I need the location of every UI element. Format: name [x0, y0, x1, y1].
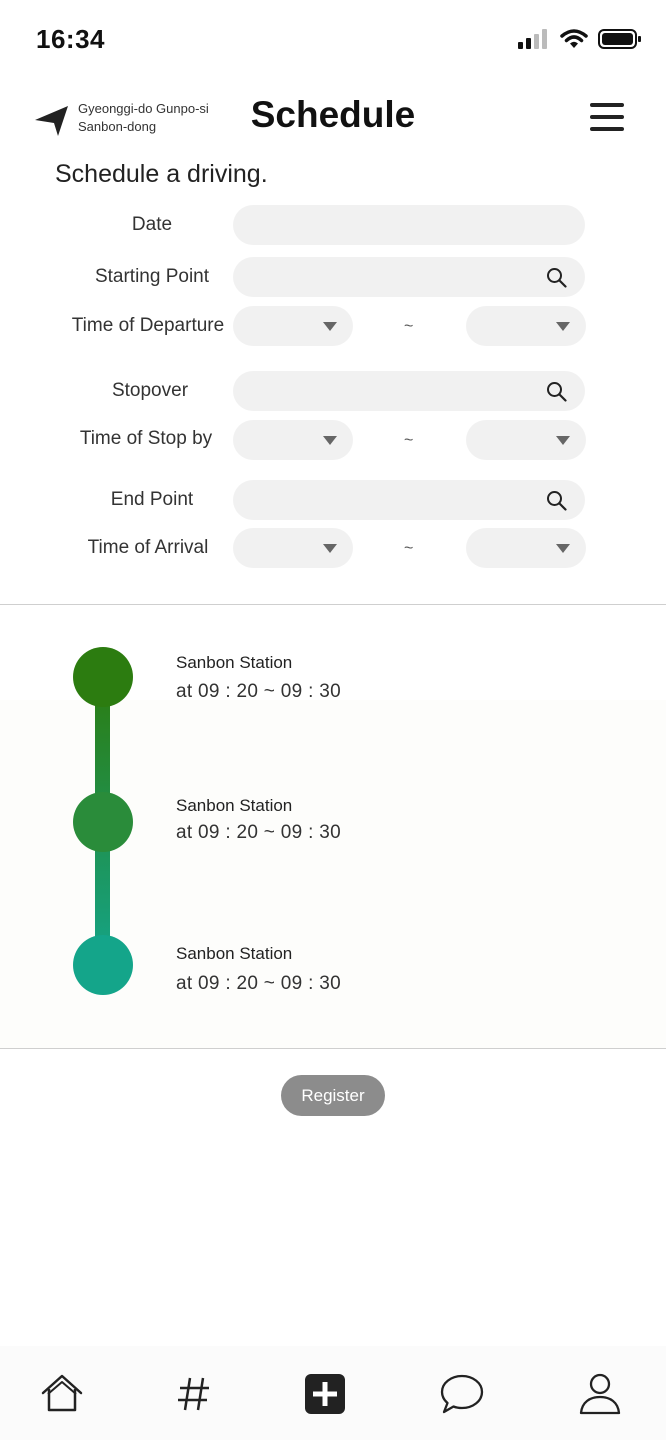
battery-icon: [598, 29, 641, 49]
range-separator: ~: [404, 318, 414, 335]
form-heading: Schedule a driving.: [55, 160, 268, 188]
search-icon[interactable]: [546, 381, 567, 402]
chevron-down-icon: [323, 436, 337, 445]
range-separator: ~: [404, 432, 414, 449]
stopover-label: Stopover: [111, 380, 189, 401]
date-field[interactable]: [233, 205, 585, 245]
starting-point-field[interactable]: [233, 257, 585, 297]
stopover-field[interactable]: [233, 371, 585, 411]
stop-end-select[interactable]: [466, 420, 586, 460]
chevron-down-icon: [323, 322, 337, 331]
timeline-stop-marker: [73, 647, 133, 707]
home-icon[interactable]: [40, 1372, 84, 1416]
stop-time: at 09 : 20 ~ 09 : 30: [176, 681, 341, 702]
hashtag-icon[interactable]: [172, 1372, 216, 1416]
timeline-stop-marker: [73, 792, 133, 852]
register-button[interactable]: Register: [281, 1075, 385, 1116]
menu-icon[interactable]: [590, 103, 624, 131]
date-label: Date: [131, 214, 173, 235]
chat-icon[interactable]: [440, 1372, 484, 1416]
stop-time-label: Time of Stop by: [79, 428, 213, 449]
chevron-down-icon: [556, 322, 570, 331]
wifi-icon: [560, 29, 588, 48]
stop-name: Sanbon Station: [176, 796, 293, 815]
stop-start-select[interactable]: [233, 420, 353, 460]
stop-name: Sanbon Station: [176, 944, 293, 963]
section-divider: [0, 1048, 666, 1049]
add-icon[interactable]: [303, 1372, 347, 1416]
stop-time: at 09 : 20 ~ 09 : 30: [176, 822, 341, 843]
section-divider: [0, 604, 666, 605]
search-icon[interactable]: [546, 267, 567, 288]
chevron-down-icon: [323, 544, 337, 553]
end-point-field[interactable]: [233, 480, 585, 520]
arrival-start-select[interactable]: [233, 528, 353, 568]
page-title: Schedule: [250, 94, 416, 135]
profile-icon[interactable]: [578, 1372, 622, 1416]
stop-name: Sanbon Station: [176, 653, 293, 672]
status-icons: [518, 28, 642, 50]
chevron-down-icon: [556, 544, 570, 553]
end-point-label: End Point: [110, 489, 194, 510]
starting-point-label: Starting Point: [94, 266, 210, 287]
range-separator: ~: [404, 540, 414, 557]
departure-end-select[interactable]: [466, 306, 586, 346]
timeline-stop-marker: [73, 935, 133, 995]
arrival-label: Time of Arrival: [87, 537, 209, 558]
search-icon[interactable]: [546, 490, 567, 511]
stop-time: at 09 : 20 ~ 09 : 30: [176, 973, 341, 994]
arrival-end-select[interactable]: [466, 528, 586, 568]
status-time: 16:34: [36, 24, 105, 54]
signal-icon: [518, 29, 547, 49]
departure-start-select[interactable]: [233, 306, 353, 346]
chevron-down-icon: [556, 436, 570, 445]
departure-label: Time of Departure: [71, 315, 225, 336]
